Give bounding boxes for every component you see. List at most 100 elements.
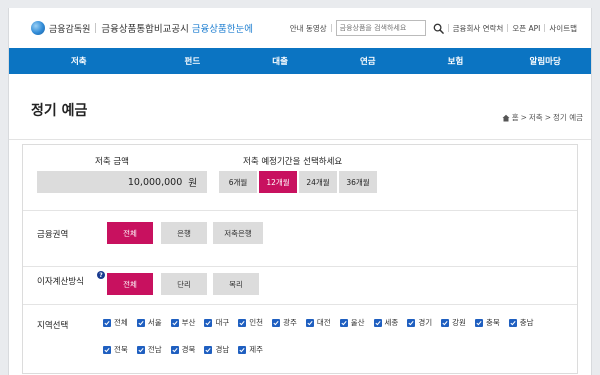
region-checkbox-label: 강원 xyxy=(452,318,466,327)
amount-unit: 원 xyxy=(188,178,197,189)
checkbox-checked-icon[interactable] xyxy=(441,318,450,327)
checkbox-checked-icon[interactable] xyxy=(238,318,247,327)
region-checkbox[interactable]: 전체 xyxy=(103,317,128,328)
checkbox-checked-icon[interactable] xyxy=(103,318,111,327)
region-checkbox-label: 전북 xyxy=(114,345,128,354)
region-checkbox[interactable]: 울산 xyxy=(339,317,365,328)
region-checkbox-label: 서울 xyxy=(147,318,162,327)
region-checkbox[interactable]: 충북 xyxy=(474,317,500,328)
amount-period-section: 저축 금액 10,000,000 원 저축 예정기간을 선택하세요 6개월 12… xyxy=(23,145,577,211)
region-checkbox[interactable]: 서울 xyxy=(136,317,162,328)
divider xyxy=(330,24,332,32)
breadcrumb-current: 정기 예금 xyxy=(553,113,583,122)
nav-item-notices[interactable]: 알림마당 xyxy=(499,55,591,67)
region-checkbox-label: 부산 xyxy=(181,318,196,327)
region-checkbox[interactable]: 대전 xyxy=(305,317,331,328)
sector-option-bank[interactable]: 은행 xyxy=(161,222,207,244)
checkbox-checked-icon[interactable] xyxy=(204,345,213,354)
region-checkbox[interactable]: 대구 xyxy=(204,317,229,328)
agency-logo-mark xyxy=(31,21,45,35)
breadcrumb-savings[interactable]: 저축 xyxy=(529,112,543,123)
period-option-12m[interactable]: 12개월 xyxy=(259,171,297,193)
nav-item-pension[interactable]: 연금 xyxy=(324,55,412,67)
search-input[interactable] xyxy=(339,24,425,32)
checkbox-checked-icon[interactable] xyxy=(136,318,145,327)
region-checkbox-label: 충남 xyxy=(519,318,534,327)
region-label: 지역선택 xyxy=(37,321,69,331)
breadcrumb: 홈 > 저축 > 정기 예금 xyxy=(502,112,583,123)
sector-option-savings-bank[interactable]: 저축은행 xyxy=(213,222,263,244)
interest-label: 이자계산방식 xyxy=(37,277,84,287)
main-nav: 저축 펀드 대출 연금 보험 알림마당 xyxy=(9,48,591,74)
interest-option-simple[interactable]: 단리 xyxy=(161,273,207,295)
breadcrumb-home[interactable]: 홈 xyxy=(512,112,519,123)
checkbox-checked-icon[interactable] xyxy=(103,345,111,354)
breadcrumb-separator: > xyxy=(520,113,527,122)
region-checkbox[interactable]: 부산 xyxy=(170,317,196,328)
sector-label: 금융권역 xyxy=(37,230,69,240)
checkbox-checked-icon[interactable] xyxy=(508,318,517,327)
open-api-link[interactable]: 오픈 API xyxy=(508,23,544,34)
checkbox-checked-icon[interactable] xyxy=(474,318,483,327)
region-checkbox-label: 세종 xyxy=(384,318,399,327)
region-checkbox-label: 대전 xyxy=(316,318,331,327)
period-selector: 6개월 12개월 24개월 36개월 xyxy=(219,171,377,193)
region-checkbox[interactable]: 전남 xyxy=(136,344,162,355)
search-filter-panel: 저축 금액 10,000,000 원 저축 예정기간을 선택하세요 6개월 12… xyxy=(22,144,578,374)
site-title[interactable]: 금융상품통합비교공시 xyxy=(101,21,188,35)
search-box xyxy=(335,20,426,36)
nav-item-insurance[interactable]: 보험 xyxy=(412,55,500,67)
checkbox-checked-icon[interactable] xyxy=(238,345,247,354)
region-checkbox-label: 광주 xyxy=(283,318,297,327)
site-title-highlight[interactable]: 금융상품한눈에 xyxy=(192,21,253,35)
region-checkbox-label: 경남 xyxy=(215,345,230,354)
period-option-6m[interactable]: 6개월 xyxy=(219,171,257,193)
region-checkbox[interactable]: 강원 xyxy=(441,317,466,328)
amount-value: 10,000,000 xyxy=(127,176,183,188)
region-checkbox[interactable]: 경남 xyxy=(204,344,229,355)
checkbox-checked-icon[interactable] xyxy=(407,318,416,327)
period-option-24m[interactable]: 24개월 xyxy=(299,171,337,193)
amount-input[interactable]: 10,000,000 원 xyxy=(37,171,207,193)
nav-item-loans[interactable]: 대출 xyxy=(236,55,324,67)
sitemap-link[interactable]: 사이트맵 xyxy=(545,23,581,34)
period-label: 저축 예정기간을 선택하세요 xyxy=(243,157,343,167)
checkbox-checked-icon[interactable] xyxy=(136,345,145,354)
checkbox-checked-icon[interactable] xyxy=(373,318,382,327)
region-checkbox-label: 경기 xyxy=(418,318,433,327)
region-checkbox[interactable]: 전북 xyxy=(103,344,128,355)
region-checkbox-label: 제주 xyxy=(249,345,264,354)
period-option-36m[interactable]: 36개월 xyxy=(339,171,377,193)
agency-logo[interactable]: 금융감독원 xyxy=(31,21,90,35)
region-checkbox[interactable]: 경기 xyxy=(407,317,432,328)
info-icon[interactable]: ? xyxy=(97,271,105,279)
checkbox-checked-icon[interactable] xyxy=(170,345,179,354)
home-icon[interactable] xyxy=(502,114,510,122)
checkbox-checked-icon[interactable] xyxy=(170,318,179,327)
region-checkbox[interactable]: 광주 xyxy=(272,317,297,328)
checkbox-checked-icon[interactable] xyxy=(272,318,281,327)
interest-option-compound[interactable]: 복리 xyxy=(213,273,259,295)
region-checkbox[interactable]: 경북 xyxy=(170,344,196,355)
checkbox-checked-icon[interactable] xyxy=(339,318,348,327)
region-checkbox[interactable]: 세종 xyxy=(373,317,399,328)
region-checkbox[interactable]: 인천 xyxy=(238,317,263,328)
top-bar: 금융감독원 금융상품통합비교공시 금융상품한눈에 안내 동영상 금융회사 연락처… xyxy=(9,8,591,48)
interest-option-all[interactable]: 전체 xyxy=(107,273,153,295)
region-checkbox-label: 전체 xyxy=(114,318,128,327)
sector-option-all[interactable]: 전체 xyxy=(107,222,153,244)
agency-name: 금융감독원 xyxy=(49,24,91,35)
nav-item-savings[interactable]: 저축 xyxy=(9,55,149,67)
region-checkbox[interactable]: 충남 xyxy=(508,317,534,328)
region-checkbox-label: 인천 xyxy=(249,318,264,327)
company-contacts-link[interactable]: 금융회사 연락처 xyxy=(449,23,508,34)
search-icon[interactable] xyxy=(430,19,448,37)
region-checkbox-label: 울산 xyxy=(350,318,365,327)
region-checkbox-list: 전체 서울 부산 대구 인천 광주 대전 울산 세종 경기 강원 충북 충남전북 전남 경북 경남 제주 xyxy=(103,317,573,355)
nav-item-funds[interactable]: 펀드 xyxy=(149,55,237,67)
checkbox-checked-icon[interactable] xyxy=(305,318,314,327)
region-checkbox[interactable]: 제주 xyxy=(238,344,263,355)
guide-video-link[interactable]: 안내 동영상 xyxy=(286,23,331,34)
region-checkbox-label: 경북 xyxy=(181,345,196,354)
checkbox-checked-icon[interactable] xyxy=(204,318,213,327)
